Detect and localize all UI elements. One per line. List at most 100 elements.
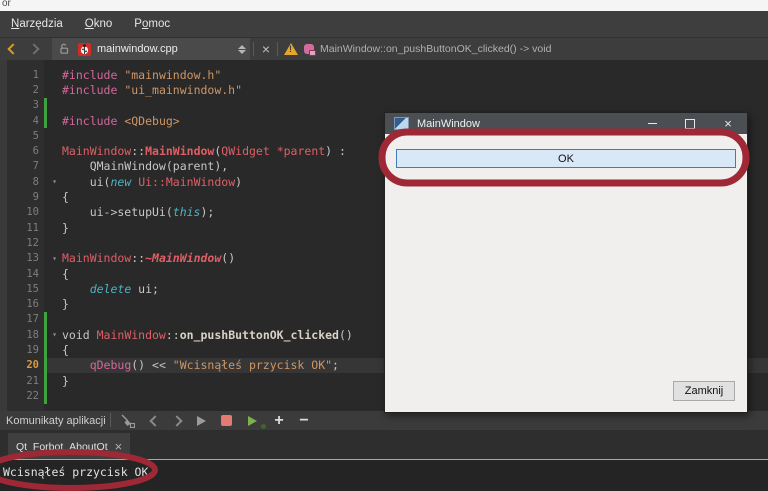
output-tab-label: Qt_Forbot_AboutQt: [16, 440, 108, 453]
previous-item-button[interactable]: [148, 411, 162, 430]
navigate-forward-button[interactable]: [27, 38, 41, 60]
line-number[interactable]: 3: [7, 99, 44, 111]
minimize-button[interactable]: [637, 113, 667, 134]
code-token: (): [338, 327, 353, 342]
zamknij-button[interactable]: Zamknij: [673, 381, 735, 401]
code-text: MainWindow::MainWindow(QWidget *parent) …: [62, 144, 346, 158]
file-lock-toggle[interactable]: [57, 38, 71, 60]
code-token: {: [62, 190, 69, 205]
run-button[interactable]: [194, 411, 208, 430]
line-number[interactable]: 1: [7, 69, 44, 81]
background-window-strip: or: [0, 0, 768, 11]
line-number[interactable]: 20: [7, 359, 44, 371]
code-text: #include <QDebug>: [62, 114, 180, 128]
code-token: }: [62, 297, 69, 312]
line-number[interactable]: 5: [7, 130, 44, 142]
line-number[interactable]: 17: [7, 313, 44, 325]
line-number[interactable]: 8: [7, 176, 44, 188]
line-number[interactable]: 15: [7, 283, 44, 295]
fold-marker-icon[interactable]: ▾: [47, 330, 62, 339]
toolbar-separator: [110, 413, 111, 427]
change-marker: [44, 67, 47, 82]
code-token: );: [200, 205, 215, 220]
clear-output-button[interactable]: [118, 411, 136, 430]
change-marker: [44, 281, 47, 296]
code-line[interactable]: 1 #include "mainwindow.h": [7, 67, 768, 82]
line-number[interactable]: 18: [7, 329, 44, 341]
code-token: ui(: [62, 174, 111, 189]
code-line[interactable]: 3: [7, 97, 768, 113]
line-number[interactable]: 11: [7, 222, 44, 234]
line-number[interactable]: 13: [7, 252, 44, 264]
line-number[interactable]: 2: [7, 84, 44, 96]
unlock-icon: [60, 43, 69, 54]
code-token: MainWindow: [96, 327, 166, 342]
ok-button[interactable]: OK: [396, 149, 736, 168]
change-marker: [44, 296, 47, 311]
code-text: void MainWindow::on_pushButtonOK_clicked…: [62, 328, 353, 342]
minimize-icon: [647, 123, 657, 124]
close-window-button[interactable]: ×: [713, 113, 743, 134]
code-token: "mainwindow.h": [124, 67, 222, 82]
code-token: new: [110, 174, 132, 189]
line-number[interactable]: 4: [7, 115, 44, 127]
code-token: ui->setupUi(: [62, 205, 173, 220]
next-item-button[interactable]: [170, 411, 184, 430]
change-marker: [44, 220, 47, 235]
close-tab-icon[interactable]: ×: [115, 440, 123, 453]
dialog-titlebar[interactable]: MainWindow ×: [385, 113, 747, 134]
fold-marker-icon[interactable]: ▾: [47, 177, 62, 186]
code-text: delete ui;: [62, 282, 159, 296]
close-icon: ×: [724, 116, 732, 131]
fold-marker-icon[interactable]: ▾: [47, 254, 62, 263]
qt-creator-window: or Narzędzia Okno Po moc mainwindow.cpp …: [0, 0, 768, 491]
menu-item-window[interactable]: Okno: [74, 11, 124, 37]
line-number[interactable]: 7: [7, 160, 44, 172]
line-number[interactable]: 19: [7, 344, 44, 356]
menu-item-help[interactable]: Po moc: [123, 11, 181, 37]
maximize-button[interactable]: [675, 113, 705, 134]
close-document-button[interactable]: ×: [258, 38, 274, 60]
line-number[interactable]: 21: [7, 375, 44, 387]
minimize-pane-button[interactable]: −: [296, 411, 312, 430]
code-token: {: [62, 266, 69, 281]
line-number[interactable]: 22: [7, 390, 44, 402]
forward-icon: [28, 43, 40, 55]
mainwindow-dialog: MainWindow × OK Zamknij: [384, 112, 748, 413]
maximize-pane-button[interactable]: +: [271, 411, 287, 430]
code-text: #include "ui_mainwindow.h": [62, 83, 242, 97]
code-line[interactable]: 2 #include "ui_mainwindow.h": [7, 82, 768, 97]
code-token: QMainWindow(parent),: [62, 159, 229, 174]
change-marker: [44, 342, 47, 358]
code-token: MainWindow: [145, 144, 215, 159]
toolbar-separator: [253, 42, 254, 56]
code-token: }: [62, 220, 69, 235]
run-debug-button[interactable]: [244, 411, 266, 430]
code-token: #include: [62, 82, 118, 97]
application-output-pane[interactable]: Wcisnąłeś przycisk OK: [0, 460, 768, 491]
line-number[interactable]: 6: [7, 145, 44, 157]
symbol-selector[interactable]: MainWindow::on_pushButtonOK_clicked() ->…: [320, 38, 551, 60]
code-token: "Wcisnąłeś przycisk OK": [172, 358, 333, 373]
code-token: (): [221, 251, 236, 266]
line-number[interactable]: 12: [7, 237, 44, 249]
change-marker: [44, 357, 47, 373]
menu-item-tools[interactable]: Narzędzia: [0, 11, 74, 37]
change-marker: [44, 266, 47, 281]
editor-left-margin: [0, 60, 7, 411]
warnings-indicator[interactable]: [283, 38, 299, 60]
line-number[interactable]: 10: [7, 206, 44, 218]
document-dropdown-button[interactable]: [236, 38, 248, 60]
line-number[interactable]: 14: [7, 268, 44, 280]
stop-icon: [220, 415, 232, 426]
file-type-bug-icon: [77, 38, 91, 60]
run-debug-icon: [247, 415, 266, 429]
output-tab[interactable]: Qt_Forbot_AboutQt ×: [8, 433, 131, 460]
stop-button[interactable]: [219, 411, 233, 430]
open-file-name[interactable]: mainwindow.cpp: [97, 38, 178, 60]
navigate-back-button[interactable]: [6, 38, 20, 60]
line-number[interactable]: 9: [7, 191, 44, 203]
line-number[interactable]: 16: [7, 298, 44, 310]
toolbar-separator: [277, 42, 278, 56]
